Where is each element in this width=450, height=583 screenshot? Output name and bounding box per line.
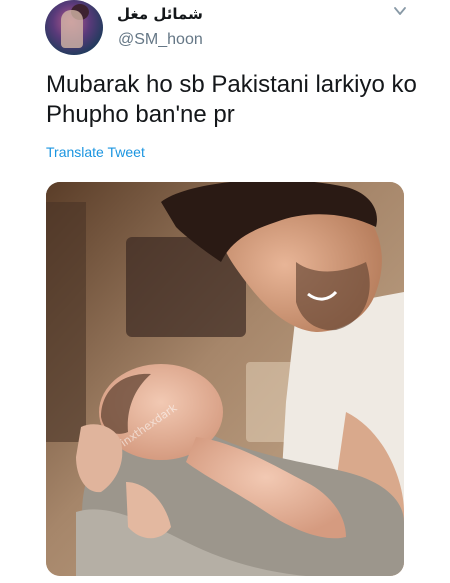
chevron-down-icon[interactable] [393, 4, 407, 18]
avatar[interactable] [45, 0, 103, 55]
tweet-photo[interactable]: inxthexdark [46, 182, 404, 576]
display-name[interactable]: شمائل مغل [117, 5, 203, 23]
avatar-figure [61, 10, 83, 48]
user-handle[interactable]: @SM_hoon [118, 31, 203, 49]
tweet-text: Mubarak ho sb Pakistani larkiyo ko Phuph… [46, 71, 417, 128]
translate-tweet-link[interactable]: Translate Tweet [46, 144, 145, 160]
photo-illustration: inxthexdark [46, 182, 404, 576]
